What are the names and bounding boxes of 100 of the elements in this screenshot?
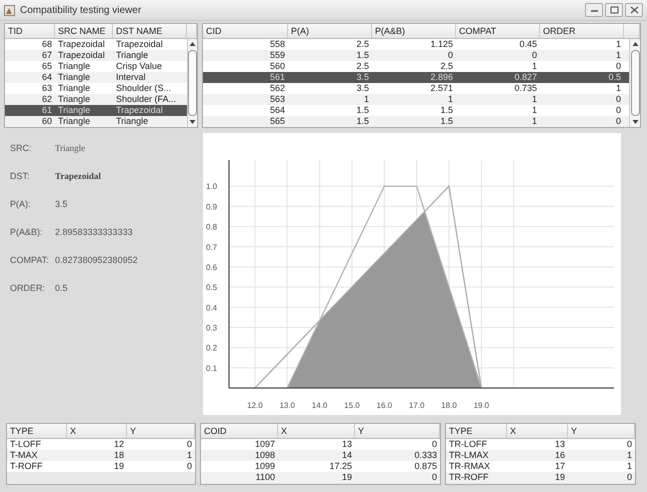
column-header[interactable]: TYPE (446, 424, 507, 438)
field-value: 0.827380952380952 (55, 255, 138, 265)
table-cell-text: 13 (340, 439, 353, 450)
table-cell-text: Trapezoidal (57, 39, 106, 50)
table-cell-text: 565 (268, 116, 286, 127)
field-label: DST: (10, 171, 31, 181)
column-header[interactable]: ORDER (540, 24, 624, 38)
maximize-button[interactable] (605, 3, 623, 17)
column-header[interactable]: Y (355, 424, 440, 438)
table-cell-text: 1 (530, 61, 538, 72)
column-header[interactable]: P(A) (288, 24, 372, 38)
table-cell-text: Trapezoidal (115, 105, 164, 116)
table-cell-text: 3.5 (355, 83, 370, 94)
field-value: 2.89583333333333 (55, 227, 133, 237)
table-cell-text: T-LOFF (9, 439, 42, 450)
table-cell-text: 3.5 (355, 72, 370, 83)
column-header[interactable]: DST NAME (113, 24, 187, 38)
table-cell-text: 0.827 (513, 72, 538, 83)
table-row[interactable]: 565 1.5 1.5 1 0 (203, 116, 629, 127)
table-cell-text: 1099 (254, 461, 276, 472)
table-cell-text: 14 (340, 450, 353, 461)
x-tick-label: 14.0 (312, 401, 328, 410)
table-row[interactable]: 60 Triangle Triangle (5, 116, 187, 127)
column-header[interactable]: SRC NAME (55, 24, 113, 38)
scroll-thumb[interactable] (630, 50, 640, 116)
table-row[interactable]: 67 Trapezoidal Triangle (5, 50, 187, 61)
scroll-up-icon[interactable] (632, 41, 638, 47)
column-header[interactable]: COID (201, 424, 278, 438)
table-row[interactable]: 64 Triangle Interval (5, 72, 187, 83)
scrollbar[interactable] (187, 39, 197, 127)
table-cell-text: 1 (362, 94, 370, 105)
table-cell-text: Triangle (115, 50, 150, 61)
table-cell-text: 0 (446, 50, 454, 61)
y-tick-label: 0.6 (206, 262, 218, 272)
table-cell-text: 564 (268, 105, 286, 116)
table-cell-text: 1 (614, 39, 622, 50)
field-label: ORDER: (10, 283, 46, 293)
column-header[interactable]: Y (568, 424, 635, 438)
table-cell-text: T-MAX (9, 450, 39, 461)
table-cell-text: 0 (430, 439, 438, 450)
column-header[interactable]: CID (203, 24, 288, 38)
column-header[interactable]: Y (127, 424, 195, 438)
table-cell-text: 1.5 (355, 116, 370, 127)
table-cell-text: Triangle (57, 61, 92, 72)
table-cell-text: Triangle (57, 83, 92, 94)
field-value: Trapezoidal (55, 171, 101, 181)
scroll-down-icon[interactable] (632, 119, 638, 125)
table-cell-text: 18 (112, 450, 125, 461)
table-cell-text: 1 (530, 105, 538, 116)
table-row[interactable]: 559 1.5 0 0 1 (203, 50, 629, 61)
table-row[interactable]: 62 Triangle Shoulder (FA... (5, 94, 187, 105)
table-cell-text: 561 (268, 72, 286, 83)
column-header[interactable]: TID (5, 24, 55, 38)
table-cell-text: 60 (40, 116, 53, 127)
field-value: 0.5 (55, 283, 68, 293)
y-tick-label: 0.7 (206, 242, 218, 252)
column-header[interactable]: TYPE (7, 424, 67, 438)
table-cell-text: 1097 (254, 439, 276, 450)
x-tick-label: 18.0 (441, 401, 457, 410)
table-cell-text: 0 (430, 472, 438, 483)
column-header[interactable]: X (507, 424, 568, 438)
close-button[interactable] (625, 3, 643, 17)
y-tick-label: 0.5 (206, 283, 218, 292)
scroll-down-icon[interactable] (189, 119, 196, 125)
table-cell-text: T-ROFF (9, 461, 44, 472)
column-header[interactable]: P(A&B) (372, 24, 456, 38)
table-row[interactable]: 61 Triangle Trapezoidal (5, 105, 187, 116)
scroll-up-icon[interactable] (189, 41, 196, 47)
y-tick-label: 0.8 (206, 222, 218, 232)
table-cell-text: 1100 (254, 472, 276, 483)
table-row[interactable]: 561 3.5 2.896 0.827 0.5 (203, 72, 629, 83)
table-cell-text: 1.5 (355, 105, 370, 116)
table-cell-text: 0 (614, 116, 622, 127)
y-tick-label: 0.1 (206, 364, 218, 373)
field-value: Triangle (55, 143, 86, 153)
table-cell-text: 2.571 (429, 83, 454, 94)
table-cell-text: 19 (340, 472, 353, 483)
table-cell-text: 563 (268, 94, 286, 105)
close-icon (630, 6, 638, 14)
table-cell-text: Triangle (57, 105, 92, 116)
minimize-button[interactable] (585, 3, 603, 17)
table-cell-text: 1 (626, 461, 633, 472)
scrollbar[interactable] (629, 39, 640, 127)
table-cell-text: TR-ROFF (448, 472, 490, 483)
app-icon (4, 4, 15, 16)
x-tick-label: 17.0 (408, 401, 424, 410)
scroll-thumb[interactable] (188, 50, 197, 116)
table-cell-text: 1.125 (429, 39, 454, 50)
table-cell-text: 67 (40, 50, 53, 61)
table-row[interactable]: 563 1 1 1 0 (203, 94, 629, 105)
table-cell-text: 1 (614, 50, 622, 61)
x-tick-label: 19.0 (474, 401, 490, 410)
column-header[interactable]: COMPAT (456, 24, 540, 38)
x-tick-label: 16.0 (376, 401, 392, 410)
table-cell-text: 1.5 (355, 50, 370, 61)
table-cell-text: 0 (626, 472, 633, 483)
table-cell-text: Triangle (115, 116, 150, 127)
table-cell-text: 1098 (254, 450, 276, 461)
column-header[interactable]: X (278, 424, 355, 438)
column-header[interactable]: X (67, 424, 127, 438)
